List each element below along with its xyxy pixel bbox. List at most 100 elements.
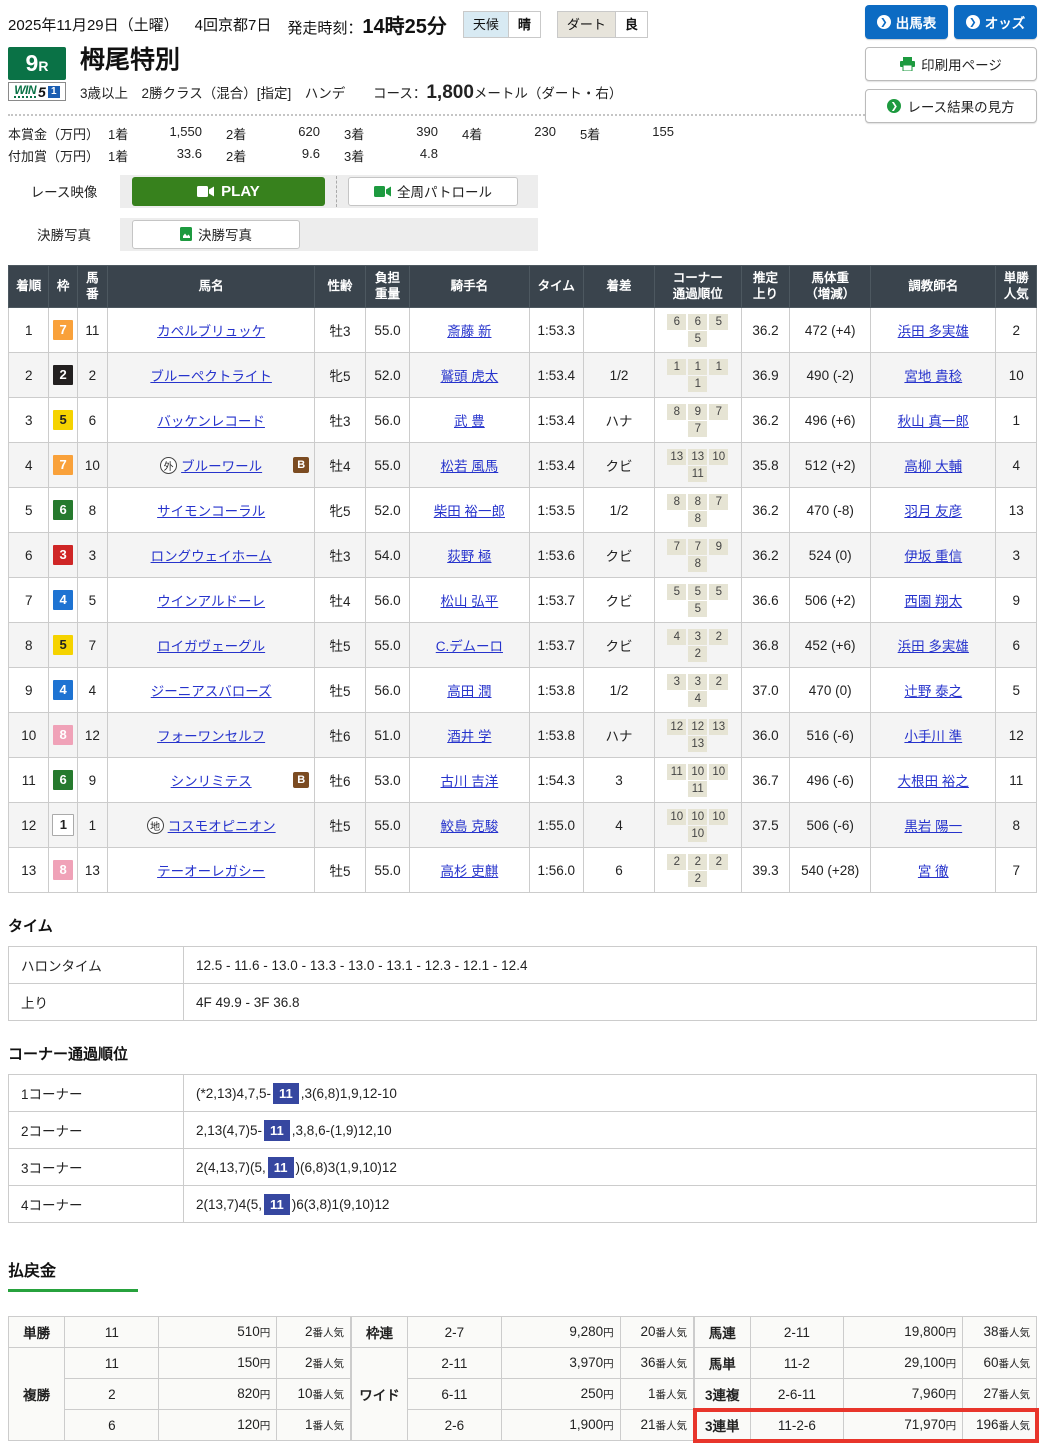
corner-position: 11 [688,781,708,798]
horse-name-cell: サイモンコーラル [107,487,316,534]
corner-position: 5 [667,584,687,601]
jockey-link[interactable]: 鮫島 克駿 [440,819,498,834]
trainer-link[interactable]: 辻野 泰之 [904,684,962,699]
trainer-link[interactable]: 秋山 真一郎 [898,414,969,429]
weather-value: 晴 [507,12,540,37]
horse-number-cell: 3 [76,532,109,579]
play-button[interactable]: PLAY [132,176,325,206]
corner-row-value: (*2,13)4,7,5- 11,3(6,8)1,9,12-10 [183,1074,1037,1113]
results-column-header: 馬体重 （増減） [789,264,872,309]
trainer-link[interactable]: 高柳 大輔 [904,459,962,474]
horse-number-cell: 9 [76,757,109,804]
horse-name-link[interactable]: ロングウェイホーム [151,549,272,564]
corner-order-cell: 3 3 24 [653,667,742,714]
odds-button[interactable]: ❯ オッズ [954,5,1037,39]
trainer-link[interactable]: 大根田 裕之 [898,774,969,789]
horse-name-link[interactable]: サイモンコーラル [157,504,265,519]
margin-cell: 3 [583,757,655,804]
horse-name-link[interactable]: ジーニアスバローズ [151,684,272,699]
horse-name-link[interactable]: ブルーペクトライト [150,369,272,384]
jockey-link[interactable]: 柴田 裕一郎 [434,504,505,519]
print-page-button[interactable]: 印刷用ページ [865,47,1037,81]
result-row: 9 4 4 ジーニアスバローズ 牡5 56.0 高田 潤 1:53.8 1/2 3 3 24 37.0 4… [7,667,1037,714]
horse-name-link[interactable]: フォーワンセルフ [157,729,265,744]
result-guide-button[interactable]: ❯ レース結果の見方 [865,89,1037,123]
trainer-cell: 高柳 大輔 [870,442,997,489]
result-row: 7 4 5 ウインアルドーレ 牡4 56.0 松山 弘平 1:53.7 クビ 5 5 55 36.6 50… [7,577,1037,624]
corner-position: 2 [688,854,708,871]
trainer-link[interactable]: 伊坂 重信 [904,549,962,564]
corner-order-table: 1コーナー (*2,13)4,7,5- 11,3(6,8)1,9,12-10 2コーナ… [8,1074,1037,1224]
horse-name-link[interactable]: ブルーワール [181,459,262,474]
jockey-link[interactable]: 酒井 学 [447,729,491,744]
jockey-link[interactable]: 鷲頭 虎太 [440,369,498,384]
corner-row: 2コーナー 2,13(4,7)5- 11,3,8,6-(1,9)12,10 [8,1111,1037,1150]
finish-photo-button[interactable]: 決勝写真 [132,219,300,249]
last3f-cell: 36.0 [740,712,791,759]
trainer-link[interactable]: 浜田 多実雄 [898,324,969,339]
jockey-link[interactable]: 古川 吉洋 [440,774,498,789]
race-number-column: 9R WIN 5 1 [8,47,66,104]
trainer-link[interactable]: 羽月 友彦 [904,504,962,519]
corner-position: 2 [688,646,708,663]
carried-weight-cell: 52.0 [364,487,411,534]
payout-block: 単勝 11 510円 2番人気 複勝 11 150円 2番人気 2 820円 10番人気 6 120円 1… [7,1316,351,1442]
jockey-link[interactable]: 松山 弘平 [440,594,498,609]
payout-favorite-rank: 10番人気 [276,1378,351,1411]
horse-name-link[interactable]: ウインアルドーレ [157,594,265,609]
trainer-link[interactable]: 宮地 貴稔 [904,369,962,384]
jockey-link[interactable]: 松若 風馬 [440,459,498,474]
favorite-suffix: 番人気 [655,1420,688,1433]
body-weight-cell: 516 (-6) [789,712,872,759]
corner-position: 10 [667,809,687,826]
trainer-link[interactable]: 小手川 準 [904,729,962,744]
trainer-link[interactable]: 西園 翔太 [904,594,962,609]
frame-cell: 5 [48,397,78,444]
horse-name-link[interactable]: シンリミテス [171,774,252,789]
horse-name-link[interactable]: カペルブリュッケ [157,324,265,339]
horse-name-link[interactable]: ロイガヴェーグル [157,639,265,654]
trainer-cell: 宮 徹 [870,847,997,894]
corner-order-cell: 12 12 1313 [653,712,742,759]
video-camera-icon [197,185,215,197]
horse-name-link[interactable]: テーオーレガシー [157,864,265,879]
bet-type-label: ワイド [350,1347,409,1442]
margin-cell: ハナ [583,712,655,759]
time-cell: 1:53.8 [528,667,585,714]
finish-position-cell: 12 [7,802,50,849]
trainer-link[interactable]: 浜田 多実雄 [898,639,969,654]
favorite-suffix: 番人気 [998,1420,1031,1433]
results-column-header: 単勝 人気 [995,264,1037,309]
yen-suffix: 円 [259,1420,271,1433]
jockey-link[interactable]: 高田 潤 [447,684,491,699]
results-column-header: タイム [528,264,585,309]
finish-position-cell: 2 [7,352,50,399]
horse-name-cell: バッケンレコード [107,397,316,444]
weather-label: 天候 [463,12,508,37]
jockey-link[interactable]: 斎藤 新 [447,324,491,339]
frame-cell: 6 [48,487,78,534]
trainer-link[interactable]: 宮 徹 [918,864,949,879]
trainer-link[interactable]: 黒岩 陽一 [904,819,962,834]
patrol-video-button[interactable]: 全周パトロール [348,176,518,206]
added-prize-line: 付加賞（万円） 1着 33.6 2着 9.6 3着 4.8 [8,146,1037,165]
bet-type-label: 3連複 [694,1378,751,1411]
payout-amount: 71,970円 [843,1409,964,1442]
jockey-link[interactable]: 武 豊 [454,414,485,429]
frame-cell: 4 [48,667,78,714]
win-favorite-cell: 1 [995,397,1037,444]
entries-button[interactable]: ❯ 出馬表 [865,5,948,39]
horse-name-link[interactable]: コスモオピニオン [168,819,276,834]
payout-favorite-rank: 2番人気 [276,1347,351,1380]
horse-name-link[interactable]: バッケンレコード [157,414,265,429]
jockey-link[interactable]: 荻野 極 [447,549,491,564]
jockey-link[interactable]: 高杉 吏麒 [440,864,498,879]
race-date: 2025年11月29日（土曜） [8,17,179,34]
body-weight-cell: 452 (+6) [789,622,872,669]
margin-cell: 1/2 [583,487,655,534]
time-row-label: ハロンタイム [8,946,184,985]
course-label: コース： [373,85,427,101]
jockey-link[interactable]: C.デムーロ [436,639,503,654]
payout-section-header: 払戻金 [8,1257,1037,1293]
video-camera-icon [374,185,392,197]
